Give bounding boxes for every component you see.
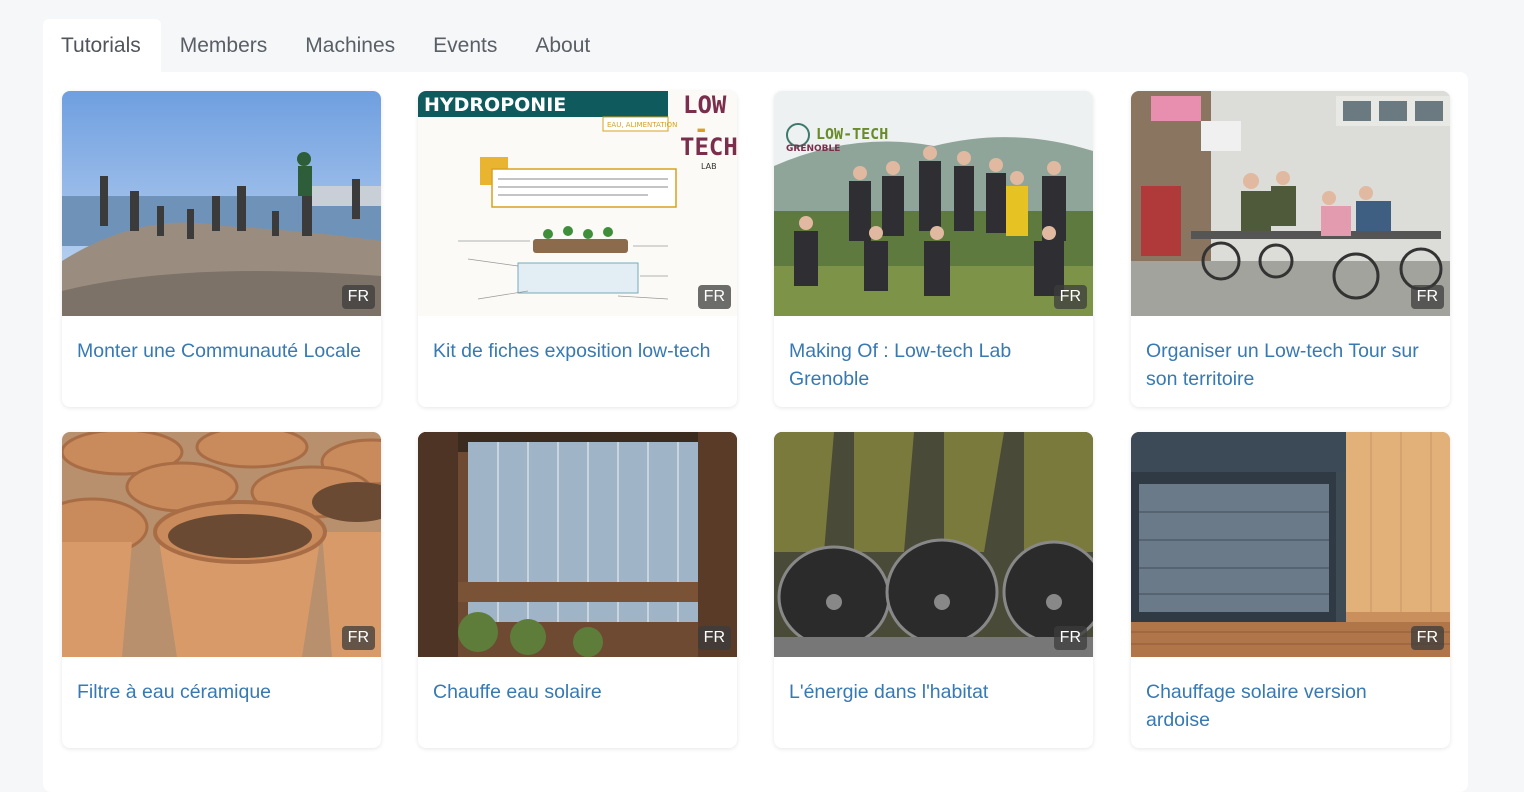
card-title[interactable]: Filtre à eau céramique [62,657,381,706]
tab-tutorials[interactable]: Tutorials [43,19,161,72]
tutorial-card[interactable]: FR Filtre à eau céramique [62,432,381,748]
language-badge: FR [1410,285,1444,309]
tutorial-card[interactable]: FR Chauffage solaire version ardoise [1131,432,1450,748]
card-title[interactable]: Kit de fiches exposition low-tech [418,316,737,365]
language-badge: FR [1053,285,1087,309]
tutorial-card[interactable]: LOW-TECH GRENOBLE FR Making Of: Low-tec… [774,91,1093,407]
team-photo-logo-sub: GRENOBLE [786,144,840,154]
solar-panel-wall-photo: FR [418,432,737,657]
language-badge: FR [341,285,375,309]
card-title[interactable]: L'énergie dans l'habitat [774,657,1093,706]
poster-heading: HYDROPONIE [424,94,566,116]
group-jumping-coast-photo: FR [62,91,381,316]
card-title[interactable]: Monter une Communauté Locale [62,316,381,365]
team-photo-logo: LOW-TECH [816,125,888,143]
tab-about[interactable]: About [516,19,609,72]
tutorial-card[interactable]: FR Chauffe eau solaire [418,432,737,748]
team-photo-image: LOW-TECH GRENOBLE FR [774,91,1093,316]
card-title[interactable]: Chauffe eau solaire [418,657,737,706]
hydroponie-poster-image: HYDROPONIE EAU, ALIMENTATION LOW - TECH … [418,91,737,316]
vacuum-tubes-photo: FR [774,432,1093,657]
ceramic-pots-photo: FR [62,432,381,657]
tutorial-card[interactable]: FR L'énergie dans l'habitat [774,432,1093,748]
tab-members[interactable]: Members [161,19,287,72]
poster-logo-line3: TECH [680,133,737,161]
language-badge: FR [341,626,375,650]
tutorial-card[interactable]: HYDROPONIE EAU, ALIMENTATION LOW - TECH … [418,91,737,407]
card-title[interactable]: Chauffage solaire version ardoise [1131,657,1450,734]
tab-bar: Tutorials Members Machines Events About [43,19,609,72]
velomobile-ride-photo: FR [1131,91,1450,316]
slate-solar-heater-photo: FR [1131,432,1450,657]
language-badge: FR [697,626,731,650]
tab-events[interactable]: Events [414,19,516,72]
tutorial-card[interactable]: FR Monter une Communauté Locale [62,91,381,407]
card-title[interactable]: Making Of : Low-tech Lab Grenoble [774,316,1093,393]
card-title[interactable]: Organiser un Low-tech Tour sur son terri… [1131,316,1450,393]
poster-logo-line4: LAB [701,162,717,171]
tutorials-panel: FR Monter une Communauté Locale HYDROPON… [43,72,1468,792]
language-badge: FR [1053,626,1087,650]
poster-tag: EAU, ALIMENTATION [607,121,677,129]
tab-machines[interactable]: Machines [286,19,414,72]
language-badge: FR [697,285,731,309]
language-badge: FR [1410,626,1444,650]
tutorial-card[interactable]: FR Organiser un Low-tech Tour sur son te… [1131,91,1450,407]
